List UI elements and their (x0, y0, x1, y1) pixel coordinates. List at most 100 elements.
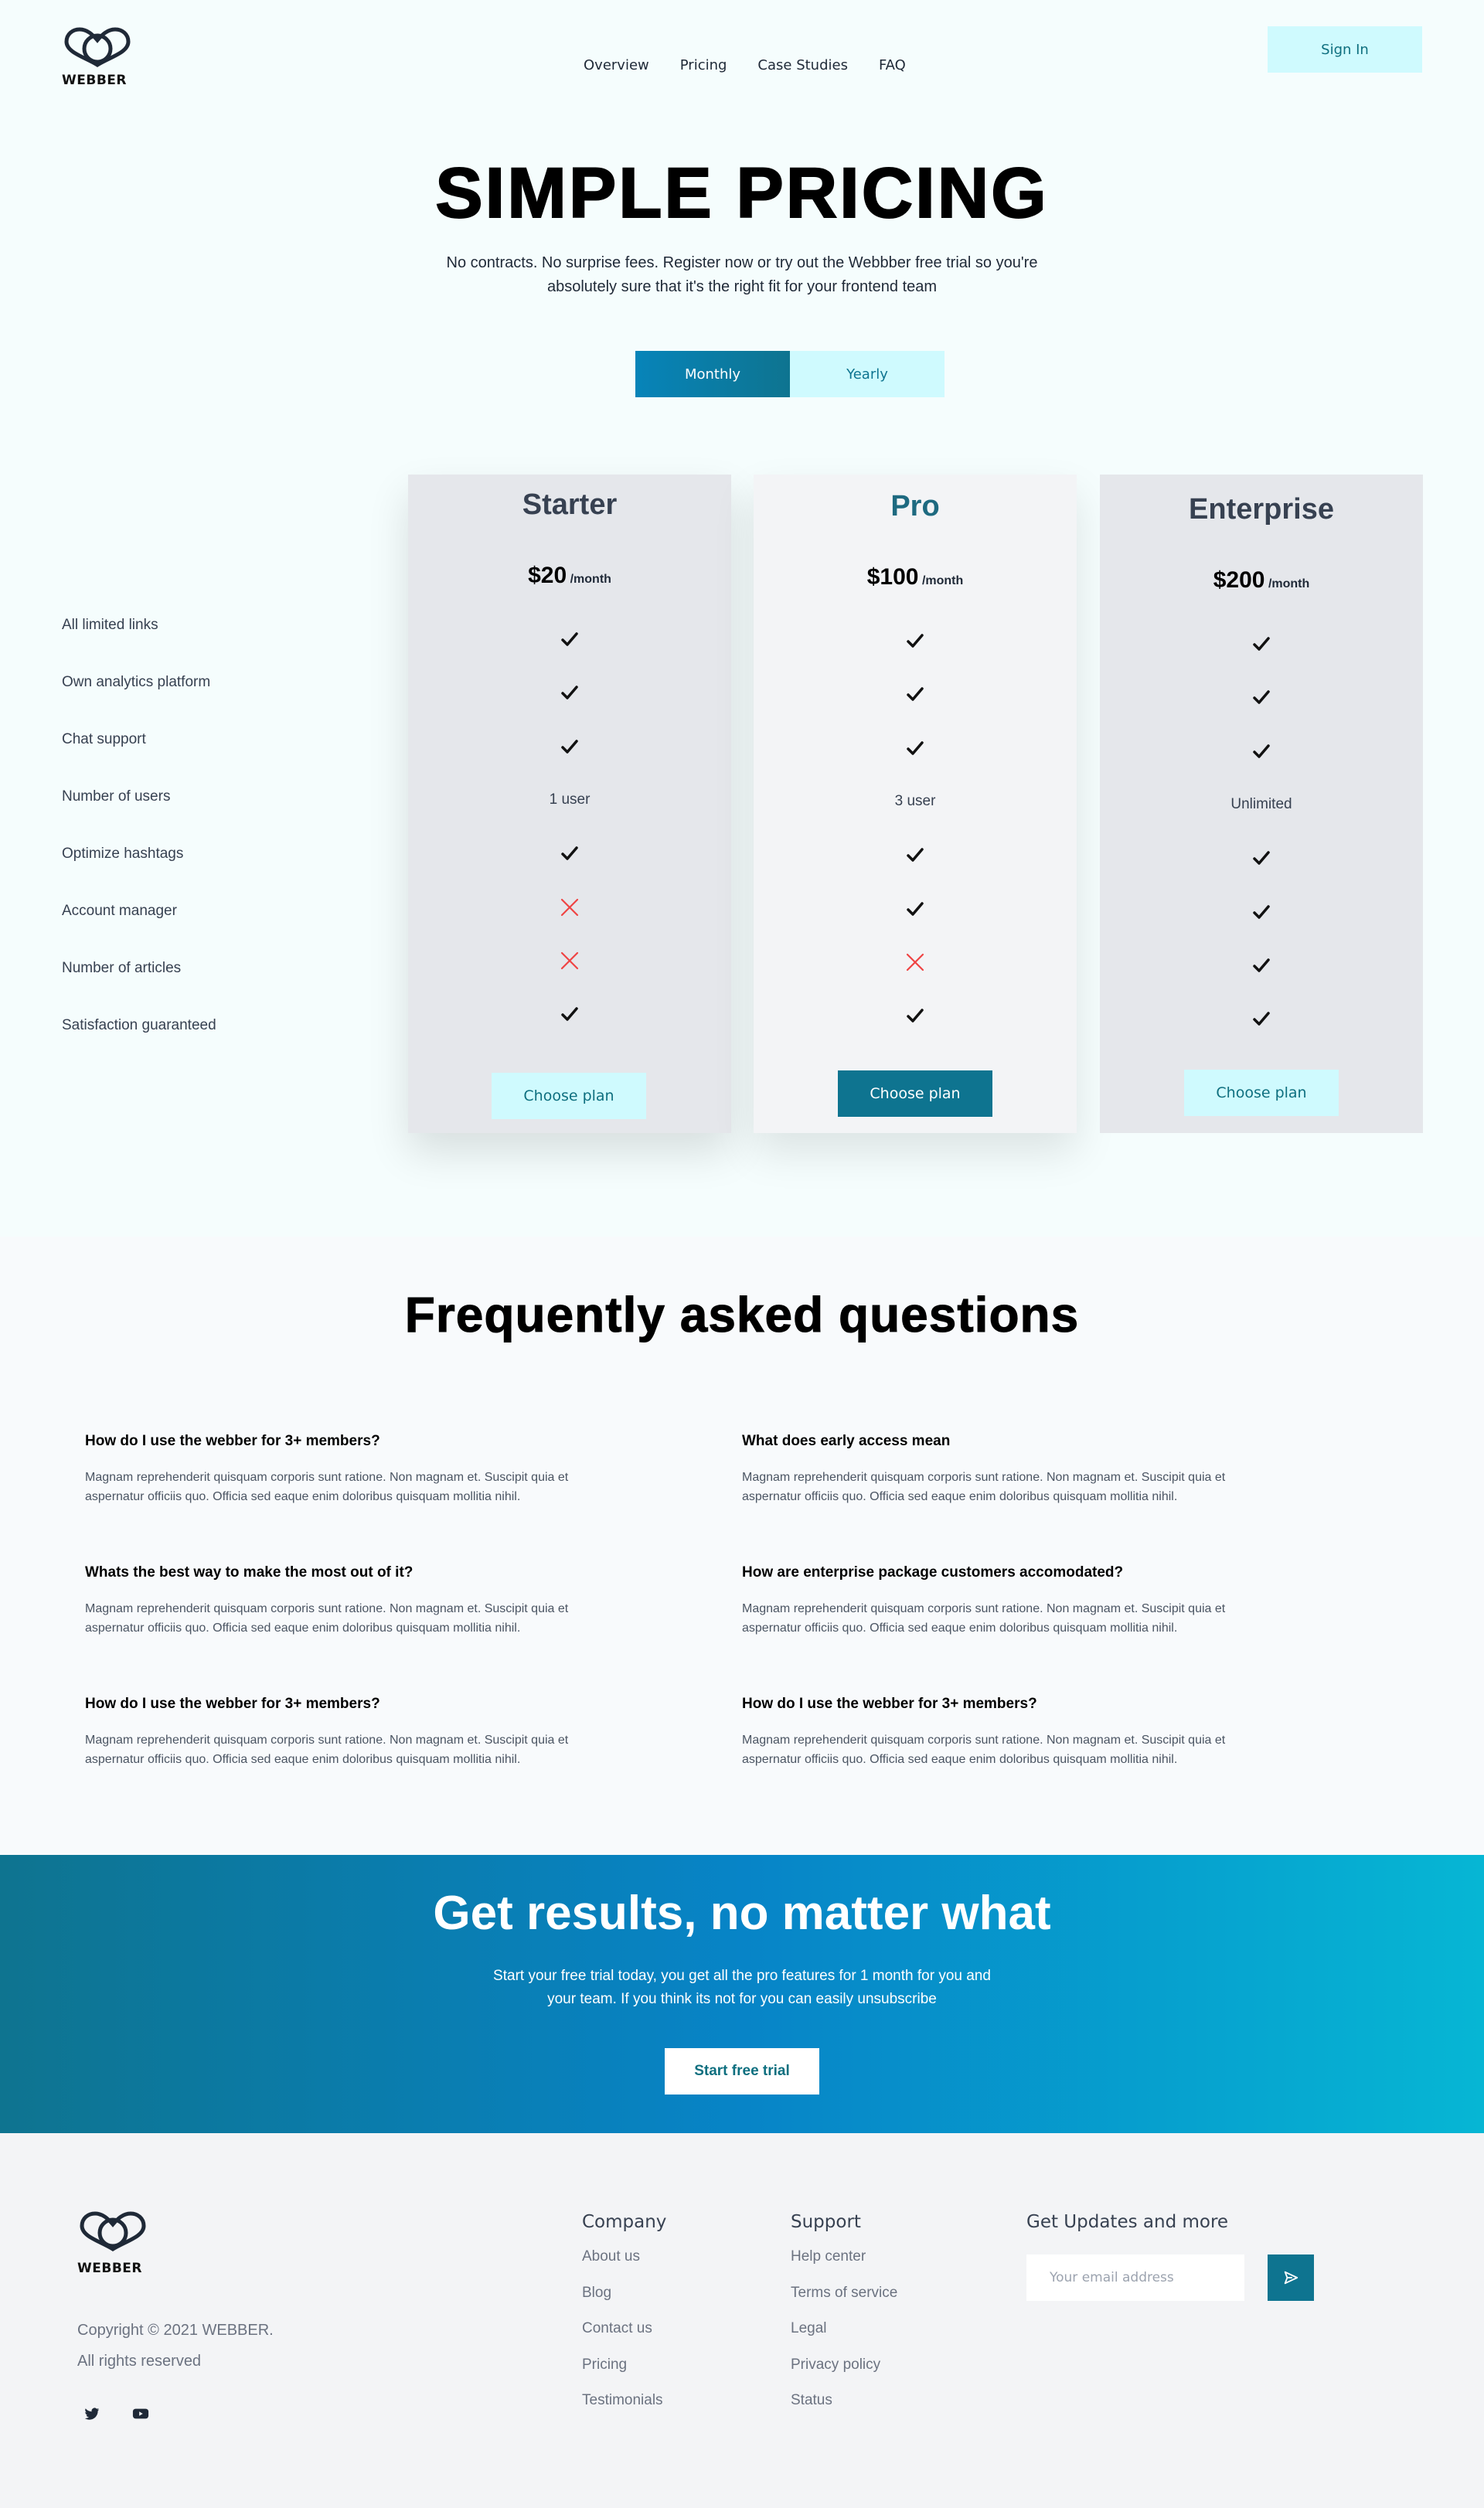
footer-column-title: Support (791, 2212, 861, 2232)
page-title: SIMPLE PRICING (434, 153, 1049, 233)
plan-price: $200 /month (1100, 567, 1423, 594)
faq-question: How are enterprise package customers acc… (742, 1564, 1124, 1581)
feature-label: Number of articles (62, 960, 182, 976)
check-icon (1100, 632, 1423, 655)
price-amount: $200 (1213, 567, 1265, 593)
plan-card-pro: Pro $100 /month 3 user Choose plan (754, 475, 1077, 1133)
cta-title: Get results, no matter what (433, 1887, 1051, 1940)
faq-answer: Magnam reprehenderit quisquam corporis s… (742, 1734, 1226, 1766)
check-icon (754, 682, 1077, 706)
footer-link-pricing[interactable]: Pricing (582, 2354, 666, 2391)
nav-case-studies[interactable]: Case Studies (757, 57, 848, 73)
faq-answer: Magnam reprehenderit quisquam corporis s… (85, 1734, 569, 1766)
faq-question: How do I use the webber for 3+ members? (85, 1696, 380, 1712)
youtube-icon[interactable] (131, 2405, 149, 2422)
users-value: Unlimited (1230, 795, 1292, 812)
price-amount: $100 (866, 564, 919, 590)
faq-section: Frequently asked questions How do I use … (0, 1237, 1484, 1855)
users-value: 1 user (549, 791, 591, 808)
plan-card-enterprise: Enterprise $200 /month Unlimited Choose … (1100, 475, 1423, 1133)
check-icon (408, 681, 731, 704)
footer-link-privacy-policy[interactable]: Privacy policy (791, 2354, 897, 2391)
footer-link-about-us[interactable]: About us (582, 2246, 666, 2282)
email-field[interactable] (1026, 2254, 1244, 2301)
feature-label: Account manager (62, 903, 177, 919)
plan-price: $100 /month (754, 564, 1077, 590)
rights-text: All rights reserved (77, 2353, 202, 2370)
page-subtitle: No contracts. No surprise fees. Register… (446, 254, 1038, 295)
plan-name: Pro (890, 490, 940, 522)
check-icon (754, 843, 1077, 866)
footer-link-legal[interactable]: Legal (791, 2318, 897, 2354)
main-nav: Overview Pricing Case Studies FAQ (584, 57, 906, 73)
cross-icon (754, 951, 1077, 974)
footer-column-title: Company (582, 2212, 667, 2232)
footer-support-column: Support Help center Terms of service Leg… (791, 2212, 897, 2426)
check-icon (754, 897, 1077, 921)
plan-price: $20 /month (408, 563, 731, 589)
twitter-icon[interactable] (83, 2405, 100, 2422)
check-icon (1100, 954, 1423, 977)
send-icon (1284, 2271, 1298, 2285)
site-header: WEBBER Overview Pricing Case Studies FAQ… (0, 0, 1484, 116)
plan-name: Enterprise (1189, 493, 1334, 526)
price-period: /month (1268, 577, 1310, 590)
price-period: /month (921, 574, 964, 587)
nav-pricing[interactable]: Pricing (680, 57, 727, 73)
nav-faq[interactable]: FAQ (879, 57, 906, 73)
cross-icon (408, 896, 731, 919)
feature-label: Satisfaction guaranteed (62, 1017, 216, 1033)
footer-logo[interactable]: WEBBER (77, 2210, 155, 2276)
footer-link-contact-us[interactable]: Contact us (582, 2318, 666, 2354)
billing-toggle: Monthly Yearly (635, 351, 945, 397)
faq-question: How do I use the webber for 3+ members? (742, 1696, 1037, 1712)
newsletter: Get Updates and more (1026, 2212, 1314, 2301)
sign-in-button[interactable]: Sign In (1268, 26, 1422, 73)
footer-link-testimonials[interactable]: Testimonials (582, 2390, 666, 2426)
choose-plan-button[interactable]: Choose plan (492, 1073, 646, 1119)
feature-label: Own analytics platform (62, 674, 211, 690)
check-icon (408, 1002, 731, 1026)
footer-link-status[interactable]: Status (791, 2390, 897, 2426)
plan-name: Starter (522, 488, 618, 521)
choose-plan-button[interactable]: Choose plan (838, 1070, 992, 1117)
users-value: 3 user (894, 792, 936, 809)
copyright-text: Copyright © 2021 WEBBER. (77, 2322, 274, 2339)
newsletter-title: Get Updates and more (1026, 2212, 1229, 2232)
faq-item: How do I use the webber for 3+ members? … (85, 1433, 611, 1506)
monthly-toggle-button[interactable]: Monthly (635, 351, 790, 397)
footer-link-help-center[interactable]: Help center (791, 2246, 897, 2282)
choose-plan-button[interactable]: Choose plan (1184, 1070, 1339, 1116)
yearly-toggle-button[interactable]: Yearly (790, 351, 945, 397)
logo-mark-icon (80, 2211, 146, 2251)
faq-item: How are enterprise package customers acc… (742, 1564, 1268, 1638)
logo-mark-icon (64, 27, 131, 67)
footer-company-column: Company About us Blog Contact us Pricing… (582, 2212, 666, 2426)
check-icon (754, 629, 1077, 652)
price-amount: $20 (528, 563, 567, 588)
social-links (83, 2405, 149, 2422)
site-footer: WEBBER Copyright © 2021 WEBBER. All righ… (0, 2133, 1484, 2508)
start-free-trial-button[interactable]: Start free trial (665, 2048, 819, 2095)
footer-link-blog[interactable]: Blog (582, 2282, 666, 2319)
footer-link-terms-of-service[interactable]: Terms of service (791, 2282, 897, 2319)
faq-item: How do I use the webber for 3+ members? … (85, 1696, 611, 1769)
cta-subtitle: Start your free trial today, you get all… (493, 1968, 991, 2007)
check-icon (408, 842, 731, 865)
check-icon (408, 735, 731, 758)
check-icon (1100, 900, 1423, 924)
feature-label: Chat support (62, 731, 146, 747)
faq-item: What does early access mean Magnam repre… (742, 1433, 1268, 1506)
check-icon (1100, 740, 1423, 763)
check-icon (1100, 1007, 1423, 1030)
brand-name: WEBBER (77, 2261, 142, 2276)
newsletter-submit-button[interactable] (1268, 2254, 1314, 2301)
faq-answer: Magnam reprehenderit quisquam corporis s… (85, 1602, 569, 1635)
feature-label: Number of users (62, 788, 171, 805)
brand-logo[interactable]: WEBBER (62, 26, 139, 88)
faq-question: Whats the best way to make the most out … (85, 1564, 414, 1581)
nav-overview[interactable]: Overview (584, 57, 649, 73)
faq-item: Whats the best way to make the most out … (85, 1564, 611, 1638)
check-icon (408, 628, 731, 651)
cross-icon (408, 949, 731, 972)
